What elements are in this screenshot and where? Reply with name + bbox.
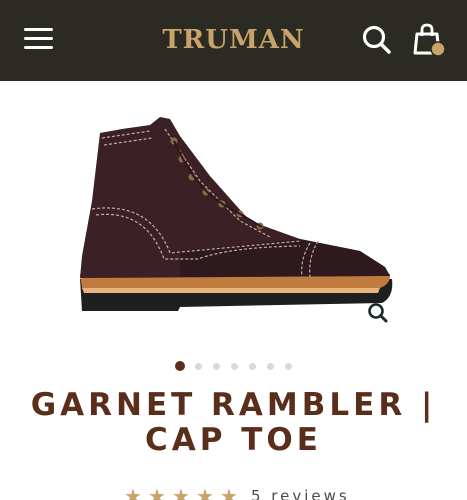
star-icon: ★ <box>172 484 190 500</box>
magnifier-icon <box>368 303 388 323</box>
gallery-pagination <box>0 360 467 372</box>
boot-image <box>80 117 393 311</box>
star-icon: ★ <box>196 484 214 500</box>
product-image[interactable] <box>0 81 467 339</box>
zoom-button[interactable] <box>365 300 391 326</box>
menu-bar <box>24 37 53 40</box>
search-button[interactable] <box>361 24 393 56</box>
site-header: TRUMAN <box>0 0 467 81</box>
cart-button[interactable] <box>413 22 447 58</box>
search-icon <box>362 25 391 54</box>
pagination-dot[interactable] <box>249 363 256 370</box>
reviews-link[interactable]: 5 reviews <box>251 486 350 500</box>
pagination-dot[interactable] <box>231 363 238 370</box>
shopping-bag-icon <box>413 23 446 57</box>
pagination-dot[interactable] <box>285 363 292 370</box>
brand-logo[interactable]: TRUMAN <box>140 24 327 56</box>
pagination-dot[interactable] <box>267 363 274 370</box>
star-icon: ★ <box>148 484 166 500</box>
pagination-dot[interactable] <box>195 363 202 370</box>
product-title: GARNET RAMBLER | CAP TOE <box>30 387 437 458</box>
menu-bar <box>24 28 53 31</box>
pagination-dot[interactable] <box>175 361 185 371</box>
menu-button[interactable] <box>24 26 54 52</box>
star-icon: ★ <box>220 484 238 500</box>
menu-bar <box>24 46 53 49</box>
pagination-dot[interactable] <box>213 363 220 370</box>
star-icon: ★ <box>124 484 142 500</box>
